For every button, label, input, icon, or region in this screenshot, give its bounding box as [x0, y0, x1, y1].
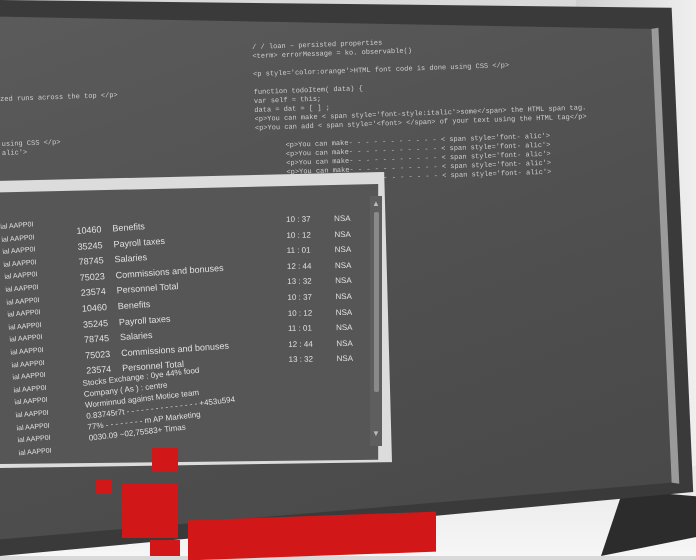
- time-code: NSA: [335, 276, 352, 286]
- red-square-decoration: [152, 448, 178, 472]
- time-value: 12 : 44: [288, 339, 313, 349]
- time-code: NSA: [336, 354, 354, 364]
- time-code: NSA: [335, 307, 353, 317]
- red-square-decoration: [150, 540, 180, 556]
- time-row: 12 : 44 NSA: [287, 258, 352, 275]
- time-value: 13 : 32: [288, 354, 314, 365]
- time-row: 13 : 32 NSA: [288, 351, 354, 368]
- ledger-label: Salaries: [119, 330, 153, 343]
- time-code: NSA: [334, 229, 351, 239]
- time-value: 10 : 12: [286, 230, 311, 240]
- ledger-label: Salaries: [114, 252, 148, 265]
- time-row: 12 : 44 NSA: [288, 336, 353, 353]
- time-value: 11 : 01: [286, 245, 311, 256]
- time-value: 10 : 12: [287, 308, 313, 318]
- time-code: NSA: [334, 213, 351, 224]
- code-editor-left: zed runs across the top </p> using CSS </…: [0, 92, 120, 159]
- scrollbar-thumb[interactable]: [374, 212, 379, 392]
- red-banner: [188, 511, 436, 560]
- ledger-label: Personnel Total: [116, 281, 179, 296]
- scroll-down-icon[interactable]: ▼: [372, 430, 380, 438]
- time-row: 10 : 37 NSA: [287, 289, 352, 306]
- time-value: 10 : 37: [286, 214, 311, 224]
- ledger-rows: 10460 Benefits 35245 Payroll taxes 78745 Sala…: [76, 214, 231, 380]
- time-code: NSA: [335, 323, 353, 333]
- time-value: 11 : 01: [287, 323, 312, 334]
- time-column: 10 : 37 NSA 10 : 12 NSA 11 : 01 NSA 12 : 44 NSA…: [286, 211, 353, 368]
- ledger-label: Benefits: [112, 221, 146, 234]
- ledger-label: Payroll taxes: [113, 235, 166, 250]
- red-square-decoration: [96, 480, 112, 494]
- time-code: NSA: [334, 245, 352, 255]
- scroll-up-icon[interactable]: ▲: [372, 200, 380, 208]
- time-row: 10 : 12 NSA: [288, 304, 353, 321]
- time-row: 11 : 01 NSA: [287, 242, 352, 259]
- time-row: 10 : 12 NSA: [286, 226, 351, 243]
- time-row: 11 : 01 NSA: [288, 320, 353, 337]
- ledger-label: Benefits: [117, 298, 151, 312]
- time-code: NSA: [336, 338, 353, 348]
- time-code: NSA: [335, 291, 353, 302]
- time-value: 10 : 37: [287, 292, 313, 302]
- ledger-label: Payroll taxes: [118, 313, 171, 327]
- code-editor-right: / / loan – persisted properties <term> e…: [252, 32, 589, 187]
- time-row: 13 : 32 NSA: [287, 273, 352, 290]
- time-value: 12 : 44: [286, 261, 312, 271]
- red-square-decoration: [122, 484, 178, 538]
- time-row: 10 : 37 NSA: [286, 211, 351, 228]
- time-value: 13 : 32: [287, 276, 312, 287]
- time-code: NSA: [334, 260, 352, 270]
- account-code: ial AAPP0I: [18, 447, 52, 457]
